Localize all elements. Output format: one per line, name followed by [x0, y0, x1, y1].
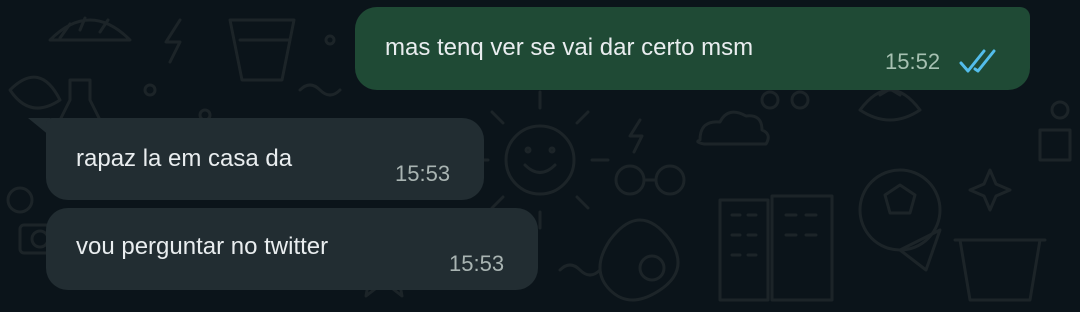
message-timestamp: 15:53 [395, 161, 451, 186]
incoming-message-bubble[interactable]: vou perguntar no twitter 15:53 [46, 208, 538, 290]
outgoing-message-bubble[interactable]: mas tenq ver se vai dar certo msm 15:52 [355, 7, 1030, 90]
message-text: mas tenq ver se vai dar certo msm [385, 34, 754, 61]
message-timestamp: 15:52 [885, 49, 941, 74]
incoming-message-bubble[interactable]: rapaz la em casa da 15:53 [46, 118, 484, 200]
message-text: vou perguntar no twitter [76, 233, 329, 260]
message-timestamp: 15:53 [449, 251, 505, 276]
double-check-read-icon [959, 49, 996, 73]
message-text: rapaz la em casa da [76, 145, 293, 172]
